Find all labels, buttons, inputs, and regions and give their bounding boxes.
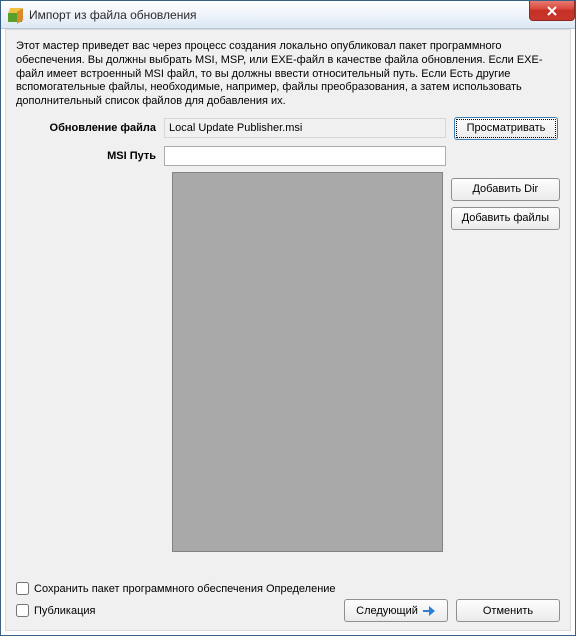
checkbox-save-definition-label: Сохранить пакет программного обеспечения… — [34, 583, 336, 595]
add-dir-button[interactable]: Добавить Dir — [451, 178, 560, 201]
arrow-right-icon — [422, 605, 436, 617]
row-msi-path: MSI Путь — [16, 146, 560, 166]
add-files-button[interactable]: Добавить файлы — [451, 207, 560, 230]
checkbox-save-definition[interactable] — [16, 582, 29, 595]
checkbox-publish[interactable] — [16, 604, 29, 617]
next-button-label: Следующий — [356, 605, 418, 617]
checkbox-publish-row[interactable]: Публикация — [16, 604, 95, 617]
middle-area: Добавить Dir Добавить файлы — [16, 172, 560, 552]
content-area: Этот мастер приведет вас через процесс с… — [5, 29, 571, 631]
next-button[interactable]: Следующий — [344, 599, 448, 622]
close-button[interactable] — [529, 1, 575, 21]
row-update-file: Обновление файла Просматривать — [16, 117, 560, 140]
msi-path-field[interactable] — [164, 146, 446, 166]
label-update-file: Обновление файла — [16, 122, 164, 134]
checkbox-save-definition-row[interactable]: Сохранить пакет программного обеспечения… — [16, 582, 560, 595]
side-buttons: Добавить Dir Добавить файлы — [451, 172, 560, 552]
intro-text: Этот мастер приведет вас через процесс с… — [16, 40, 560, 109]
cancel-button[interactable]: Отменить — [456, 599, 560, 622]
package-icon — [7, 7, 23, 23]
bottom-area: Сохранить пакет программного обеспечения… — [16, 582, 560, 622]
window-title: Импорт из файла обновления — [29, 8, 197, 22]
titlebar: Импорт из файла обновления — [1, 1, 575, 29]
files-listbox[interactable] — [172, 172, 443, 552]
label-msi-path: MSI Путь — [16, 150, 164, 162]
update-file-field[interactable] — [164, 118, 446, 138]
checkbox-publish-label: Публикация — [34, 605, 95, 617]
browse-button[interactable]: Просматривать — [454, 117, 558, 140]
close-icon — [546, 6, 558, 16]
dialog-window: Импорт из файла обновления Этот мастер п… — [0, 0, 576, 636]
footer-row: Публикация Следующий Отменить — [16, 599, 560, 622]
